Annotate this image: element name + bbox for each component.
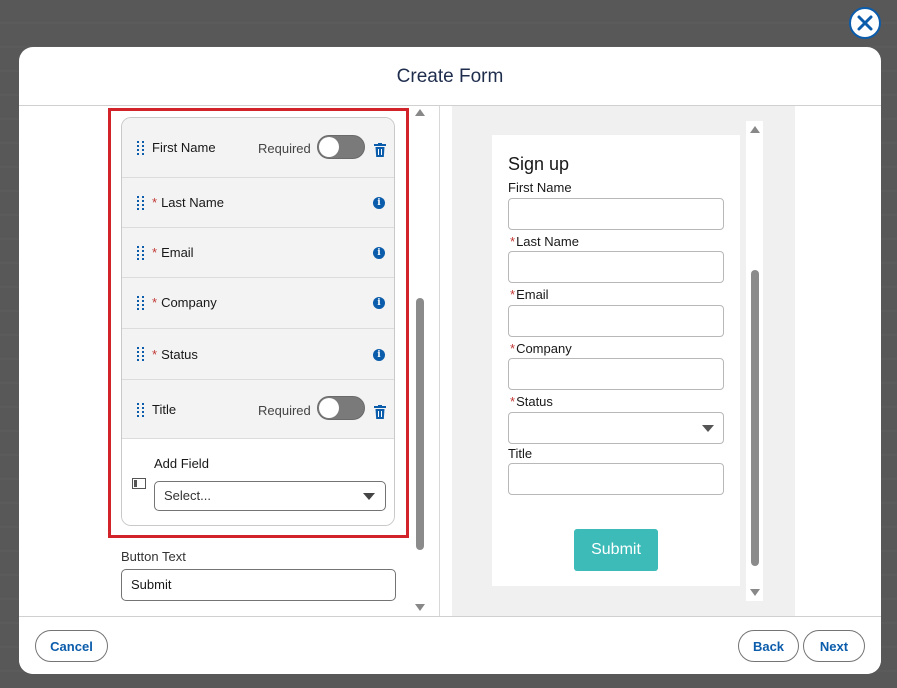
preview-first-name-input[interactable] [508, 198, 724, 230]
field-label: * Last Name [152, 195, 224, 210]
required-asterisk: * [510, 287, 516, 302]
required-asterisk: * [510, 341, 516, 356]
field-layout-icon [132, 478, 146, 489]
drag-handle-icon[interactable] [137, 141, 145, 155]
chevron-down-icon [363, 493, 375, 500]
info-icon[interactable]: i [373, 197, 385, 209]
required-label: Required [258, 141, 311, 156]
info-icon[interactable]: i [373, 247, 385, 259]
modal-header: Create Form [19, 47, 881, 106]
preview-field-label: *Company [510, 341, 572, 356]
required-toggle[interactable] [317, 135, 365, 159]
required-asterisk: * [152, 347, 158, 362]
panel-divider [439, 106, 440, 616]
field-row-last-name[interactable]: * Last Name i [122, 178, 394, 228]
info-icon[interactable]: i [373, 349, 385, 361]
field-row-status[interactable]: * Status i [122, 329, 394, 380]
preview-submit-button[interactable]: Submit [574, 529, 658, 571]
drag-handle-icon[interactable] [137, 347, 145, 361]
trash-icon[interactable] [374, 405, 386, 419]
scroll-up-arrow[interactable] [415, 109, 425, 116]
preview-scrollbar-thumb[interactable] [751, 270, 759, 566]
preview-company-input[interactable] [508, 358, 724, 390]
modal-title: Create Form [396, 66, 504, 87]
required-asterisk: * [510, 234, 516, 249]
required-asterisk: * [152, 245, 158, 260]
preview-field-label: *Last Name [510, 234, 579, 249]
button-text-input[interactable]: Submit [121, 569, 396, 601]
field-row-first-name[interactable]: First Name Required [122, 118, 394, 178]
preview-last-name-input[interactable] [508, 251, 724, 283]
field-row-email[interactable]: * Email i [122, 228, 394, 278]
field-label: Title [152, 402, 177, 417]
field-row-company[interactable]: * Company i [122, 278, 394, 329]
info-icon[interactable]: i [373, 297, 385, 309]
field-label: * Status [152, 347, 198, 362]
preview-status-select[interactable] [508, 412, 724, 444]
close-modal-button[interactable] [849, 7, 881, 39]
preview-scroll-up-arrow[interactable] [750, 126, 760, 133]
drag-handle-icon[interactable] [137, 403, 145, 417]
button-text-label: Button Text [121, 549, 186, 564]
close-icon [857, 15, 873, 31]
field-row-title[interactable]: Title Required [122, 380, 394, 439]
left-scrollbar-thumb[interactable] [416, 298, 424, 550]
cancel-button[interactable]: Cancel [35, 630, 108, 662]
add-field-select[interactable]: Select... [154, 481, 386, 511]
form-preview-title: Sign up [508, 154, 570, 174]
next-button[interactable]: Next [803, 630, 865, 662]
preview-field-label: *Status [510, 394, 553, 409]
trash-icon[interactable] [374, 143, 386, 157]
required-asterisk: * [152, 295, 158, 310]
required-toggle[interactable] [317, 396, 365, 420]
scroll-down-arrow[interactable] [415, 604, 425, 611]
preview-email-input[interactable] [508, 305, 724, 337]
preview-field-label: Title [508, 446, 533, 461]
modal-body: First Name Required * Last Name i * Emai… [19, 106, 881, 616]
toggle-knob [319, 398, 339, 418]
modal-footer: Cancel Back Next [19, 616, 881, 674]
toggle-knob [319, 137, 339, 157]
field-label: First Name [152, 140, 216, 155]
field-label: * Email [152, 245, 194, 260]
add-field-section: Add Field Select... [122, 439, 394, 525]
drag-handle-icon[interactable] [137, 246, 145, 260]
chevron-down-icon [702, 425, 714, 432]
add-field-label: Add Field [154, 456, 209, 471]
required-asterisk: * [510, 394, 516, 409]
drag-handle-icon[interactable] [137, 196, 145, 210]
preview-title-input[interactable] [508, 463, 724, 495]
back-button[interactable]: Back [738, 630, 799, 662]
field-label: * Company [152, 295, 217, 310]
preview-field-label: *Email [510, 287, 549, 302]
create-form-modal: Create Form First Name Required * Last N… [19, 47, 881, 674]
drag-handle-icon[interactable] [137, 296, 145, 310]
form-preview: Sign up First Name *Last Name *Email *Co… [492, 135, 740, 586]
add-field-select-value: Select... [164, 488, 211, 503]
preview-field-label: First Name [508, 180, 572, 195]
field-list: First Name Required * Last Name i * Emai… [121, 117, 395, 526]
required-asterisk: * [152, 195, 158, 210]
preview-scroll-down-arrow[interactable] [750, 589, 760, 596]
required-label: Required [258, 403, 311, 418]
